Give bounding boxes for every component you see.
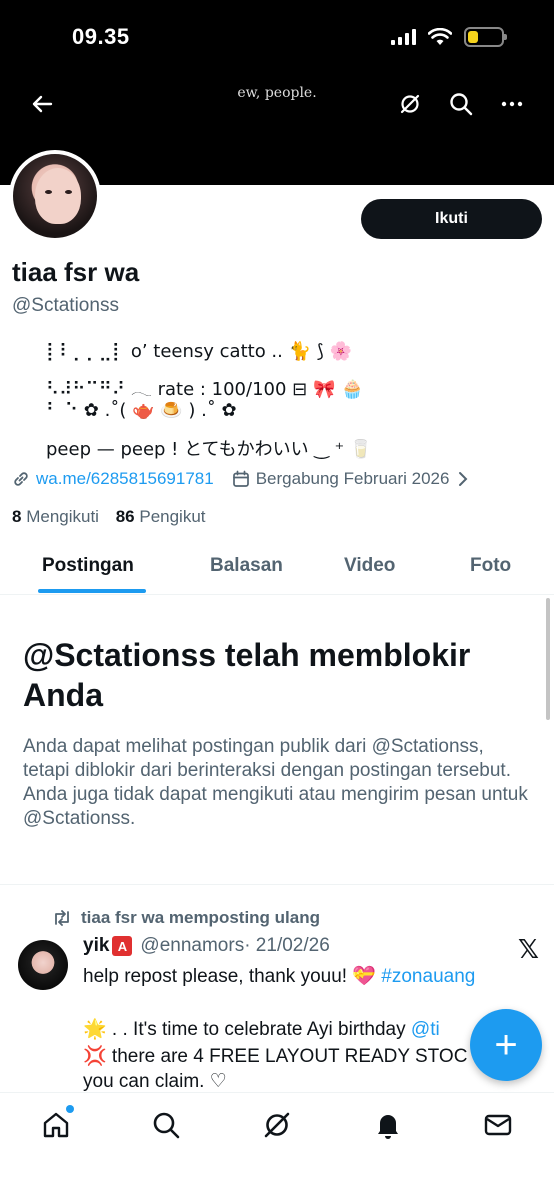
repost-indicator: tiaa fsr wa memposting ulang — [52, 908, 320, 928]
blocked-description: Anda dapat melihat postingan publik dari… — [23, 736, 528, 829]
profile-avatar[interactable] — [9, 150, 101, 242]
profile-meta: wa.me/6285815691781 Bergabung Februari 2… — [12, 469, 469, 489]
active-tab-indicator — [38, 589, 146, 593]
more-button[interactable] — [498, 90, 526, 118]
follow-button[interactable]: Ikuti — [361, 199, 542, 239]
x-logo-icon: 𝕏 — [518, 934, 539, 964]
bottom-nav — [0, 1092, 554, 1200]
profile-tabs: Postingan Balasan Video Foto — [0, 545, 554, 595]
battery-icon — [464, 27, 507, 47]
grok-icon — [264, 1112, 290, 1138]
calendar-icon — [232, 470, 249, 487]
nav-grok[interactable] — [261, 1109, 293, 1141]
profile-header: 09.35 ew, people. — [0, 0, 554, 185]
post-header: yik A @ennamors · 21/02/26 — [83, 935, 330, 957]
hashtag-link[interactable]: #zonauang — [381, 966, 475, 987]
post-text-line-4: you can claim. ♡ — [83, 1071, 227, 1092]
bio-line-3: ⠃ ⠑ ✿ .˚( 🫖 🍮 ) .˚ ✿ — [46, 400, 237, 421]
bio-line-4: peep — peep ! とてもかわいい ‿ ⁺ 🥛 — [46, 439, 373, 460]
scrollbar[interactable] — [546, 598, 550, 720]
blocked-title: @Sctationss telah memblokir Anda — [23, 637, 471, 713]
post-author-name[interactable]: yik — [83, 935, 109, 957]
nav-messages[interactable] — [482, 1109, 514, 1141]
repost-label: tiaa fsr wa memposting ulang — [81, 908, 320, 927]
tab-foto[interactable]: Foto — [470, 555, 511, 577]
tab-postingan[interactable]: Postingan — [42, 555, 134, 577]
compose-button[interactable]: + — [470, 1009, 542, 1081]
profile-name: tiaa fsr wa — [12, 257, 140, 287]
link-icon — [14, 472, 28, 486]
author-badge: A — [112, 936, 133, 956]
post-author-handle[interactable]: @ennamors — [140, 935, 244, 957]
cellular-signal-icon — [391, 29, 416, 45]
divider — [0, 884, 554, 885]
home-icon — [43, 1112, 69, 1138]
search-icon — [153, 1112, 180, 1139]
post-date: · 21/02/26 — [244, 935, 330, 956]
followers-link[interactable]: 86 Pengikut — [116, 507, 206, 526]
profile-handle: @Sctationss — [12, 295, 119, 316]
following-link[interactable]: 8 Mengikuti — [12, 507, 99, 526]
messages-icon — [484, 1114, 512, 1136]
home-notification-dot — [66, 1105, 74, 1113]
repost-icon — [55, 910, 69, 926]
nav-notifications[interactable] — [372, 1109, 404, 1141]
mention-link[interactable]: @ti — [411, 1019, 440, 1040]
profile-link[interactable]: wa.me/6285815691781 — [36, 469, 214, 489]
more-icon — [501, 101, 523, 107]
tab-video[interactable]: Video — [344, 555, 395, 577]
search-button[interactable] — [447, 90, 475, 118]
nav-home[interactable] — [40, 1105, 74, 1141]
nav-search[interactable] — [150, 1109, 182, 1141]
notifications-icon — [378, 1115, 398, 1139]
post-text-line-3: 💢 there are 4 FREE LAYOUT READY STOC — [83, 1046, 468, 1067]
search-icon — [450, 93, 473, 116]
joined-date: Bergabung Februari 2026 — [255, 469, 450, 488]
post-author-avatar[interactable] — [18, 940, 68, 990]
bio-line-2: ⠣⠼⠓⠉⠛⠜ 𓂃 rate : 100/100 ⊟ 🎀 🧁 — [46, 379, 364, 400]
bio-line-1: ⡇⠇⡀⡀⣀⡇ o’ teensy catto .. 🐈 ⟆ 🌸 — [46, 341, 352, 362]
status-icons — [391, 27, 507, 47]
post-text-line-2: 🌟 . . It's time to celebrate Ayi birthda… — [83, 1019, 440, 1040]
post-text-line-1: help repost please, thank youu! 💝 #zonau… — [83, 966, 476, 987]
tab-balasan[interactable]: Balasan — [210, 555, 283, 577]
grok-button[interactable] — [396, 90, 424, 118]
grok-icon — [400, 94, 420, 114]
status-time: 09.35 — [72, 24, 130, 49]
chevron-right-icon[interactable] — [457, 471, 469, 487]
wifi-icon — [428, 28, 452, 45]
follow-counts: 8 Mengikuti 86 Pengikut — [12, 507, 206, 527]
